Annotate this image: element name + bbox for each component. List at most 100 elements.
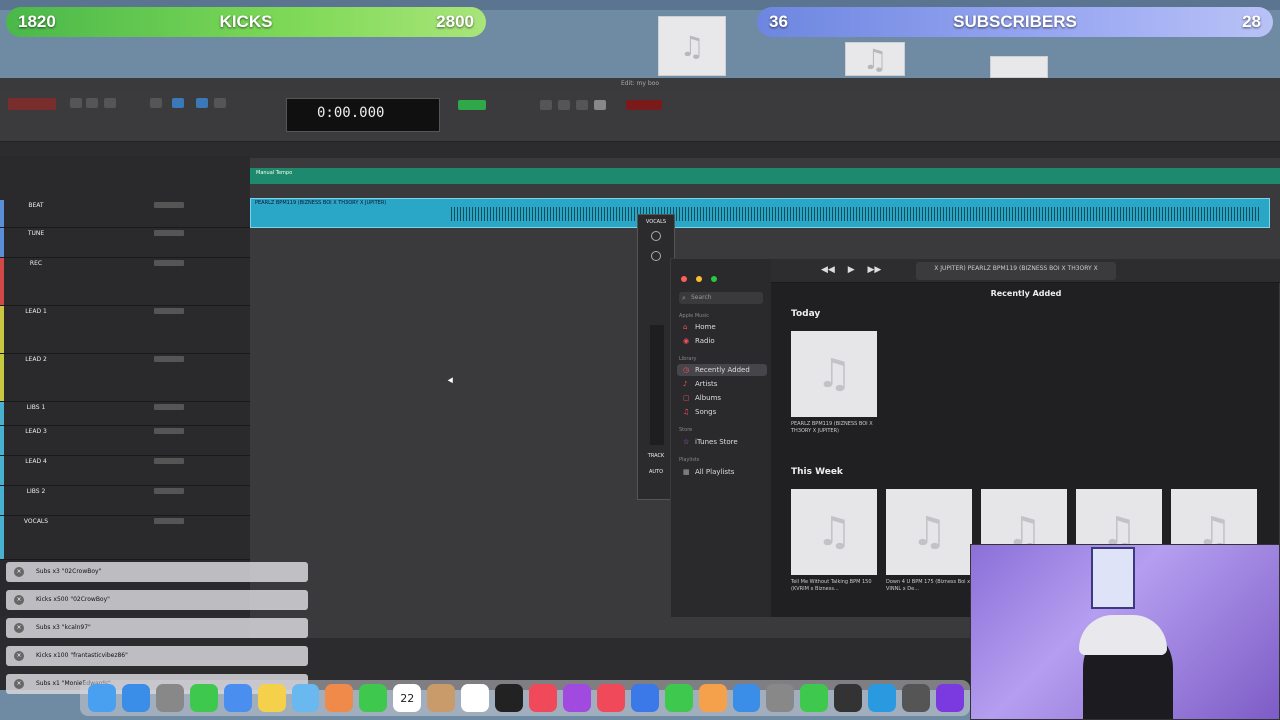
insert-slot[interactable]: [154, 458, 184, 464]
track-row[interactable]: LEAD 4: [0, 456, 250, 486]
close-icon[interactable]: ×: [14, 595, 24, 605]
timeline-ruler[interactable]: [250, 158, 1280, 168]
main-counter[interactable]: 0:00.000: [286, 98, 440, 132]
close-icon[interactable]: ×: [14, 651, 24, 661]
music-icon[interactable]: [528, 684, 557, 712]
track-row[interactable]: LIBS 2: [0, 486, 250, 516]
safari-icon[interactable]: [121, 684, 150, 712]
notification-item[interactable]: × Subs x3 "02CrowBoy": [6, 562, 308, 582]
trim-tool-icon[interactable]: [86, 98, 98, 108]
insert-slot[interactable]: [154, 356, 184, 362]
appstore-icon[interactable]: [732, 684, 761, 712]
record-button[interactable]: [594, 100, 606, 110]
insert-slot[interactable]: [154, 488, 184, 494]
mode-buttons[interactable]: [8, 98, 56, 110]
insert-slot[interactable]: [154, 260, 184, 266]
contacts-icon[interactable]: [427, 684, 456, 712]
sidebar-item-home[interactable]: ⌂ Home: [677, 321, 767, 333]
sidebar-item-radio[interactable]: ◉ Radio: [677, 335, 767, 347]
close-button[interactable]: [681, 276, 687, 282]
track-name[interactable]: LEAD 4: [14, 458, 58, 465]
track-name[interactable]: TUNE: [14, 230, 58, 237]
logic-icon[interactable]: [800, 684, 829, 712]
tv-icon[interactable]: [495, 684, 523, 712]
track-row[interactable]: TUNE: [0, 228, 250, 258]
pan-knob-right[interactable]: [651, 251, 661, 261]
track-name[interactable]: LEAD 2: [14, 356, 58, 363]
sidebar-item-itunes-store[interactable]: ☆ iTunes Store: [677, 436, 767, 448]
finder-icon[interactable]: [88, 684, 116, 712]
zoom-button[interactable]: [711, 276, 718, 282]
track-name[interactable]: LEAD 3: [14, 428, 58, 435]
tempo-ruler[interactable]: Manual Tempo: [250, 168, 1280, 184]
settings-icon[interactable]: [766, 684, 795, 712]
photos-icon[interactable]: [325, 684, 354, 712]
close-icon[interactable]: ×: [14, 623, 24, 633]
mail-icon[interactable]: [223, 684, 252, 712]
insert-slot[interactable]: [154, 404, 184, 410]
track-row[interactable]: BEAT: [0, 200, 250, 228]
messages-icon[interactable]: [189, 684, 218, 712]
now-playing-display[interactable]: X JUPITER) PEARLZ BPM119 (BIZNESS BOI X …: [916, 262, 1116, 280]
album-card[interactable]: ♫ Tell Me Without Talking BPM 150 (KVRIM…: [791, 489, 877, 593]
close-icon[interactable]: ×: [14, 679, 24, 689]
track-row[interactable]: VOCALS: [0, 516, 250, 560]
track-name[interactable]: REC: [14, 260, 58, 267]
album-card[interactable]: ♫ Down 4 U BPM 175 (Bizness Boi x VINNL …: [886, 489, 972, 593]
track-row[interactable]: LEAD 1: [0, 306, 250, 354]
pencil-tool-icon[interactable]: [214, 98, 226, 108]
news-icon[interactable]: [596, 684, 625, 712]
track-name[interactable]: LEAD 1: [14, 308, 58, 315]
play-button[interactable]: [576, 100, 588, 110]
notes-icon[interactable]: [257, 684, 286, 712]
search-input[interactable]: ⌕ Search: [679, 292, 763, 304]
insert-slot[interactable]: [154, 202, 184, 208]
next-icon[interactable]: ▶▶: [868, 265, 882, 275]
select-tool-icon[interactable]: [104, 98, 116, 108]
stop-button[interactable]: [558, 100, 570, 110]
beat-clip[interactable]: PEARLZ BPM119 (BIZNESS BOI X TH3ORY X JU…: [250, 198, 1270, 228]
podcasts-icon[interactable]: [562, 684, 591, 712]
album-card[interactable]: ♫ PEARLZ BPM119 (BIZNESS BOI X TH3ORY X …: [791, 331, 877, 435]
track-row[interactable]: LIBS 1: [0, 402, 250, 426]
track-name[interactable]: VOCALS: [14, 518, 58, 525]
zoom-tool-icon[interactable]: [70, 98, 82, 108]
pan-knob-left[interactable]: [651, 231, 661, 241]
preview-icon[interactable]: [291, 684, 320, 712]
play-icon[interactable]: ▶: [848, 265, 855, 275]
minimize-button[interactable]: [696, 276, 703, 282]
numbers-icon[interactable]: [664, 684, 693, 712]
insert-slot[interactable]: [154, 308, 184, 314]
notification-item[interactable]: × Kicks x500 "02CrowBoy": [6, 590, 308, 610]
grid-tool-icon[interactable]: [196, 98, 208, 108]
ableton-icon[interactable]: [936, 684, 964, 712]
notification-item[interactable]: × Subs x3 "kcaln97": [6, 618, 308, 638]
track-name[interactable]: LIBS 1: [14, 404, 58, 411]
close-icon[interactable]: ×: [14, 567, 24, 577]
track-name[interactable]: BEAT: [14, 202, 58, 209]
track-row[interactable]: REC: [0, 258, 250, 306]
pages-icon[interactable]: [698, 684, 727, 712]
sidebar-item-artists[interactable]: ♪ Artists: [677, 378, 767, 390]
ilok-icon[interactable]: [834, 684, 863, 712]
notification-item[interactable]: × Kicks x100 "frantasticvibez86": [6, 646, 308, 666]
insert-slot[interactable]: [154, 428, 184, 434]
launchpad-icon[interactable]: [155, 684, 184, 712]
facetime-icon[interactable]: [359, 684, 388, 712]
sidebar-item-albums[interactable]: ▢ Albums: [677, 392, 767, 404]
rewind-button[interactable]: [540, 100, 552, 110]
smart-tool-icon[interactable]: [172, 98, 184, 108]
track-row[interactable]: LEAD 3: [0, 426, 250, 456]
sidebar-item-all-playlists[interactable]: ▦ All Playlists: [677, 466, 767, 478]
reminders-icon[interactable]: [461, 684, 490, 712]
track-name[interactable]: LIBS 2: [14, 488, 58, 495]
track-row[interactable]: LEAD 2: [0, 354, 250, 402]
sidebar-item-recently-added[interactable]: ◷ Recently Added: [677, 364, 767, 376]
circle-app-icon[interactable]: [868, 684, 897, 712]
volume-fader[interactable]: [650, 325, 664, 445]
previous-icon[interactable]: ◀◀: [821, 265, 835, 275]
insert-slot[interactable]: [154, 230, 184, 236]
keynote-icon[interactable]: [630, 684, 659, 712]
calendar-icon[interactable]: 22: [393, 684, 422, 712]
protools-icon[interactable]: [902, 684, 931, 712]
